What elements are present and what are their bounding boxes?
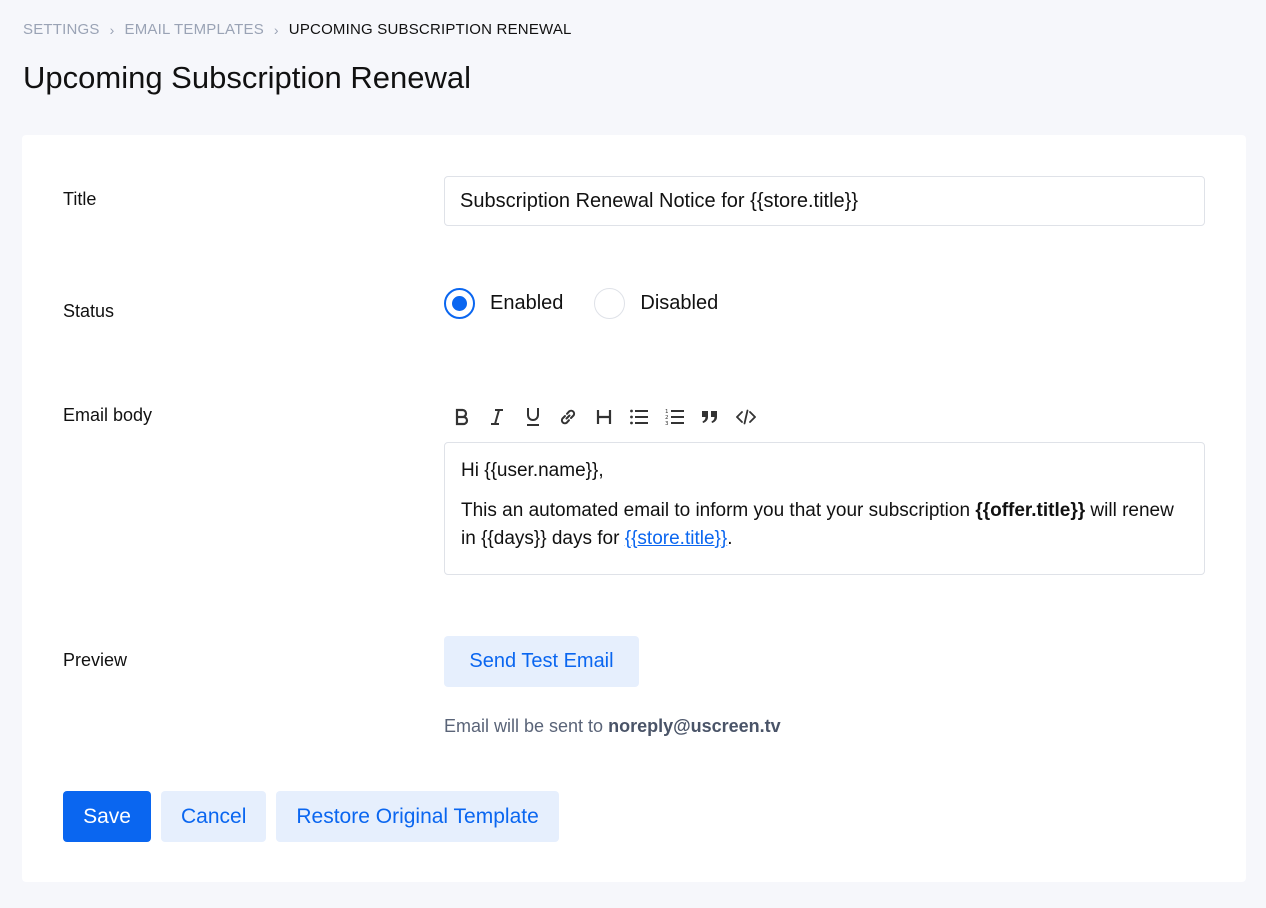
body-greeting: Hi {{user.name}}, — [461, 460, 604, 481]
bullet-list-icon[interactable] — [622, 403, 658, 431]
status-disabled-label[interactable]: Disabled — [640, 292, 718, 315]
editor-toolbar: 123 — [444, 403, 764, 431]
breadcrumb-current: UPCOMING SUBSCRIPTION RENEWAL — [288, 21, 572, 38]
heading-icon[interactable] — [586, 403, 622, 431]
svg-text:3: 3 — [665, 421, 669, 426]
status-disabled-option[interactable]: Disabled — [594, 288, 718, 319]
numbered-list-icon[interactable]: 123 — [657, 403, 693, 431]
code-icon[interactable] — [728, 403, 764, 431]
chevron-right-icon: › — [273, 21, 279, 38]
bold-icon[interactable] — [444, 403, 480, 431]
italic-icon[interactable] — [480, 403, 516, 431]
body-offer-variable: {{offer.title}} — [975, 500, 1086, 521]
radio-disabled[interactable] — [594, 288, 626, 319]
save-button[interactable]: Save — [63, 791, 151, 842]
send-test-email-button[interactable]: Send Test Email — [444, 636, 639, 687]
form-actions: Save Cancel Restore Original Template — [63, 791, 569, 842]
link-icon[interactable] — [551, 403, 587, 431]
template-form-card: Title Status Enabled Disabled Email body — [22, 135, 1246, 882]
title-input[interactable] — [444, 176, 1205, 226]
send-note: Email will be sent to noreply@uscreen.tv — [444, 716, 781, 737]
send-note-email: noreply@uscreen.tv — [608, 716, 781, 736]
restore-original-template-button[interactable]: Restore Original Template — [276, 791, 559, 842]
body-store-link[interactable]: {{store.title}} — [625, 528, 727, 549]
breadcrumb: SETTINGS › EMAIL TEMPLATES › UPCOMING SU… — [23, 21, 572, 38]
preview-label: Preview — [63, 650, 128, 670]
body-text-end: . — [727, 528, 733, 549]
email-body-editor[interactable]: Hi {{user.name}}, This an automated emai… — [444, 442, 1205, 575]
page-title: Upcoming Subscription Renewal — [23, 60, 472, 95]
send-note-prefix: Email will be sent to — [444, 716, 609, 736]
underline-icon[interactable] — [515, 403, 551, 431]
status-enabled-option[interactable]: Enabled — [444, 288, 563, 319]
title-label: Title — [63, 189, 97, 209]
body-paragraph: This an automated email to inform you th… — [461, 497, 1188, 553]
radio-enabled[interactable] — [444, 288, 475, 319]
breadcrumb-email-templates[interactable]: EMAIL TEMPLATES — [124, 21, 263, 38]
status-radio-group: Enabled Disabled — [444, 288, 749, 319]
breadcrumb-settings[interactable]: SETTINGS — [23, 21, 100, 38]
body-text-pre: This an automated email to inform you th… — [461, 500, 976, 521]
status-enabled-label[interactable]: Enabled — [490, 292, 563, 315]
cancel-button[interactable]: Cancel — [161, 791, 267, 842]
blockquote-icon[interactable] — [693, 403, 729, 431]
email-body-label: Email body — [63, 405, 153, 425]
chevron-right-icon: › — [109, 21, 115, 38]
status-label: Status — [63, 301, 115, 321]
